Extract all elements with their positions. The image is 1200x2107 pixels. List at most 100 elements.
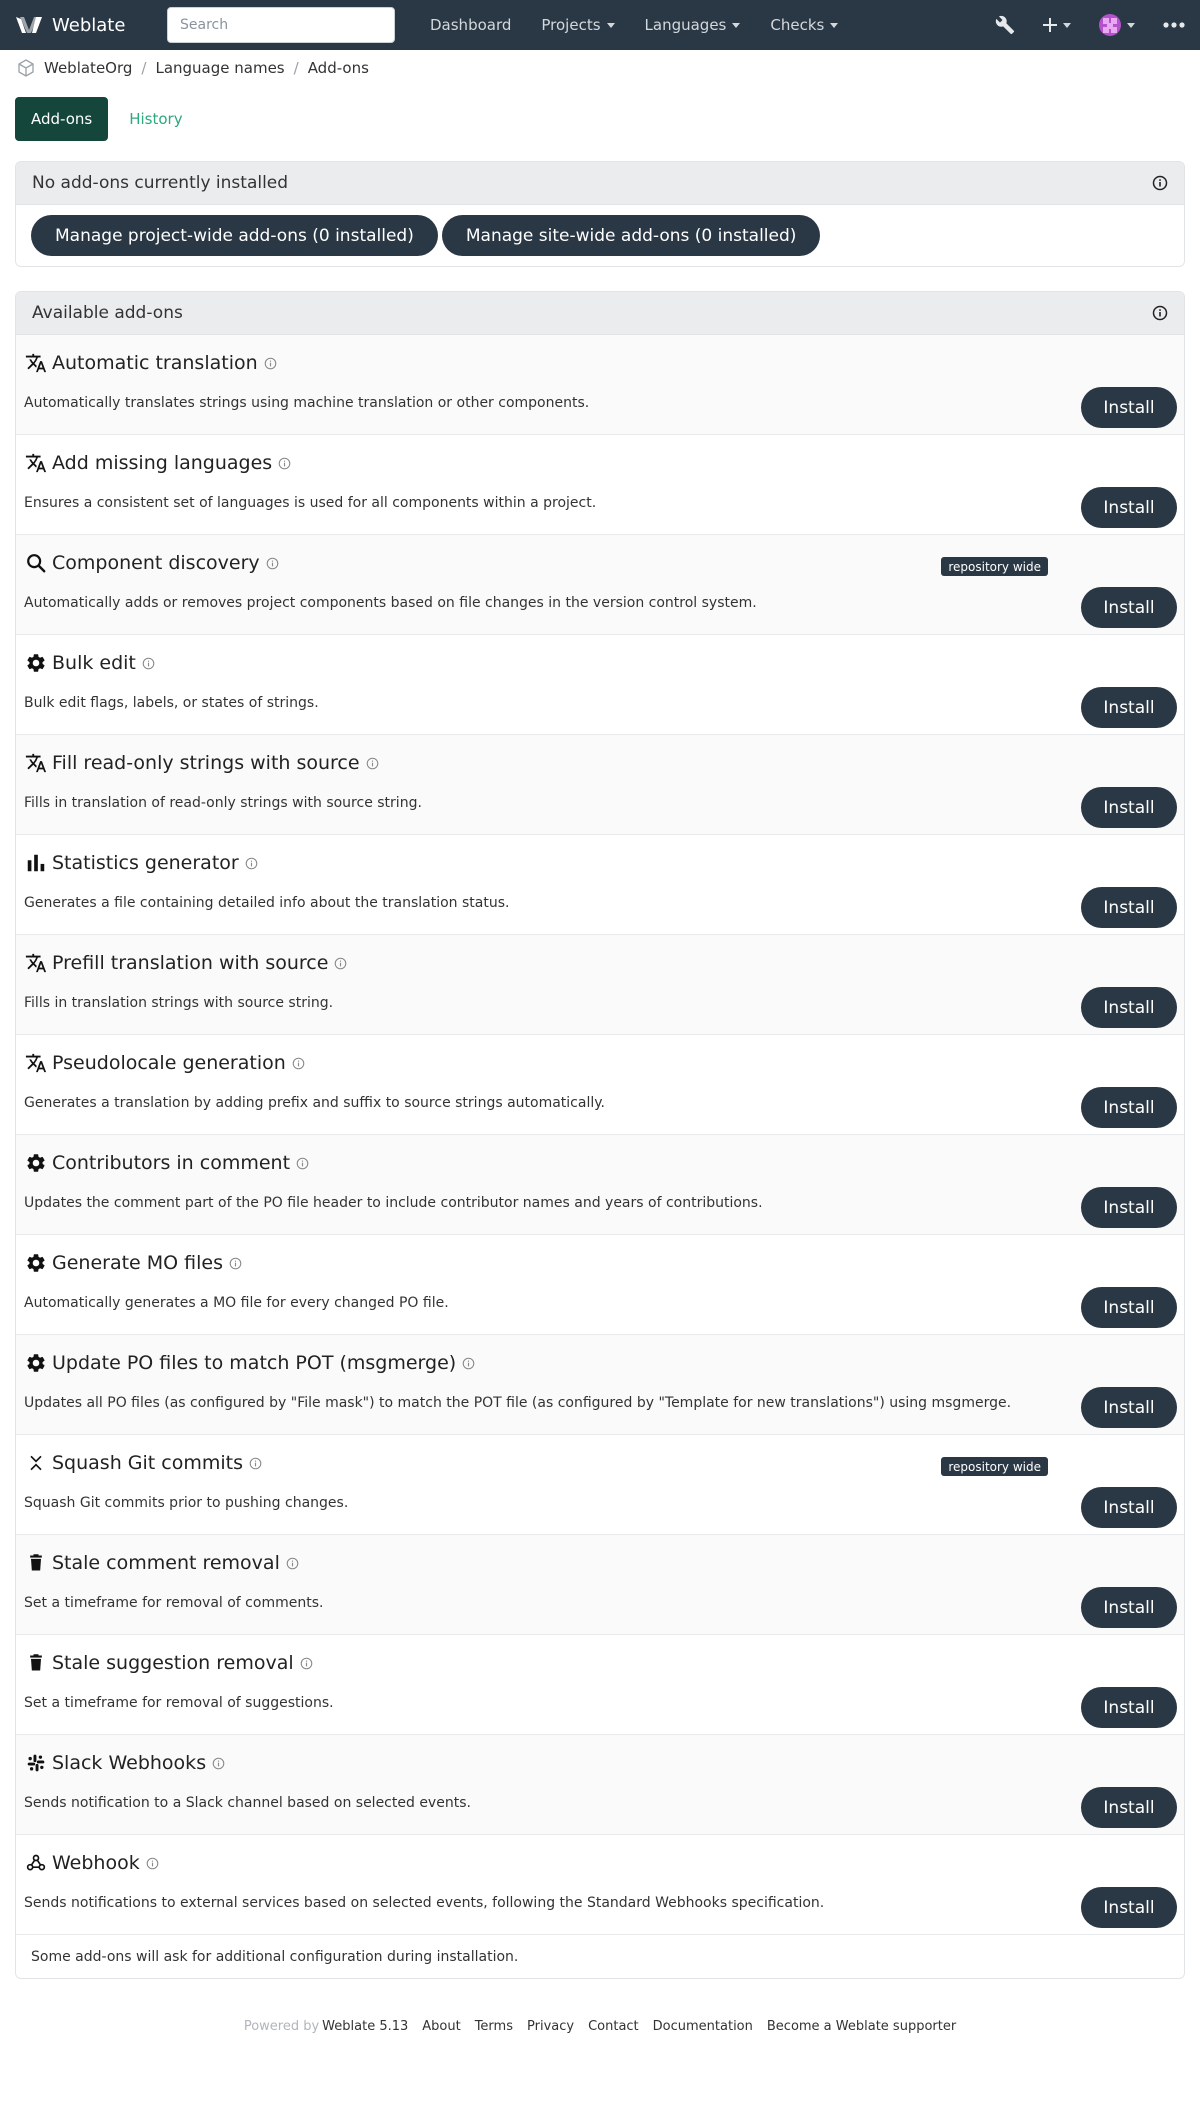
addon-title: Stale comment removal xyxy=(24,1551,299,1575)
install-button[interactable]: Install xyxy=(1081,487,1177,528)
addon-row: Generate MO files Automatically generates… xyxy=(16,1235,1184,1335)
user-menu[interactable] xyxy=(1099,0,1135,50)
search-icon xyxy=(24,551,48,575)
info-icon[interactable] xyxy=(456,1357,475,1370)
info-icon[interactable] xyxy=(136,657,155,670)
install-button[interactable]: Install xyxy=(1081,1687,1177,1728)
info-icon[interactable] xyxy=(290,1157,309,1170)
gear-icon xyxy=(24,1351,48,1375)
translate-icon xyxy=(24,951,48,975)
install-button[interactable]: Install xyxy=(1081,787,1177,828)
info-icon[interactable] xyxy=(1152,305,1168,321)
install-button[interactable]: Install xyxy=(1081,1787,1177,1828)
addon-name: Slack Webhooks xyxy=(52,1752,207,1774)
gear-icon xyxy=(24,1251,48,1275)
install-button[interactable]: Install xyxy=(1081,887,1177,928)
info-icon[interactable] xyxy=(1152,175,1168,191)
addon-description: Automatically translates strings using m… xyxy=(24,395,590,411)
info-icon[interactable] xyxy=(286,1057,305,1070)
info-icon[interactable] xyxy=(260,557,279,570)
install-button[interactable]: Install xyxy=(1081,1287,1177,1328)
addon-title: Fill read-only strings with source xyxy=(24,751,379,775)
footer-link-privacy[interactable]: Privacy xyxy=(527,2019,574,2034)
install-button[interactable]: Install xyxy=(1081,687,1177,728)
info-icon[interactable] xyxy=(328,957,347,970)
info-icon[interactable] xyxy=(360,757,379,770)
info-icon[interactable] xyxy=(280,1557,299,1570)
footer-version-link[interactable]: Weblate 5.13 xyxy=(322,2019,408,2034)
installed-addons-panel: No add-ons currently installed Manage pr… xyxy=(15,161,1185,267)
tab-add-ons[interactable]: Add-ons xyxy=(15,97,109,141)
install-button[interactable]: Install xyxy=(1081,1587,1177,1628)
breadcrumb-org[interactable]: WeblateOrg xyxy=(44,59,132,77)
install-button[interactable]: Install xyxy=(1081,587,1177,628)
nav-dashboard[interactable]: Dashboard xyxy=(415,16,526,34)
install-button[interactable]: Install xyxy=(1081,1887,1177,1928)
nav-projects[interactable]: Projects xyxy=(526,16,629,34)
addon-title: Add missing languages xyxy=(24,451,291,475)
install-button[interactable]: Install xyxy=(1081,1187,1177,1228)
addon-description: Set a timeframe for removal of suggestio… xyxy=(24,1695,334,1711)
tab-history[interactable]: History xyxy=(113,97,198,141)
footer-link-documentation[interactable]: Documentation xyxy=(653,2019,753,2034)
bar-chart-icon xyxy=(24,851,48,875)
info-icon[interactable] xyxy=(239,857,258,870)
addon-description: Squash Git commits prior to pushing chan… xyxy=(24,1495,349,1511)
addon-title: Generate MO files xyxy=(24,1251,242,1275)
addon-description: Generates a translation by adding prefix… xyxy=(24,1095,605,1111)
search-input[interactable] xyxy=(167,7,395,43)
addon-row: Add missing languages Ensures a consisten… xyxy=(16,435,1184,535)
addon-row: Fill read-only strings with source Fills … xyxy=(16,735,1184,835)
install-button[interactable]: Install xyxy=(1081,1387,1177,1428)
brand-name: Weblate xyxy=(52,14,126,36)
breadcrumb-current[interactable]: Add-ons xyxy=(308,59,369,77)
chevron-down-icon xyxy=(606,22,615,28)
repository-wide-badge: repository wide xyxy=(941,557,1048,576)
chevron-down-icon xyxy=(1063,22,1071,28)
breadcrumb-separator: / xyxy=(293,59,299,77)
install-button[interactable]: Install xyxy=(1081,1487,1177,1528)
chevron-down-icon xyxy=(830,22,839,28)
info-icon[interactable] xyxy=(258,357,277,370)
addon-name: Automatic translation xyxy=(52,352,258,374)
addon-title: Component discovery xyxy=(24,551,279,575)
repository-wide-badge: repository wide xyxy=(941,1457,1048,1476)
addon-row: Contributors in comment Updates the comme… xyxy=(16,1135,1184,1235)
manage-site-addons-button[interactable]: Manage site-wide add-ons (0 installed) xyxy=(441,215,821,256)
nav-links: Dashboard Projects Languages Checks xyxy=(415,16,853,34)
breadcrumb-component[interactable]: Language names xyxy=(155,59,284,77)
footer-link-terms[interactable]: Terms xyxy=(475,2019,513,2034)
brand[interactable]: Weblate xyxy=(0,15,152,36)
info-icon[interactable] xyxy=(272,457,291,470)
slack-icon xyxy=(24,1751,48,1775)
addon-title: Contributors in comment xyxy=(24,1151,309,1175)
info-icon[interactable] xyxy=(140,1857,159,1870)
footer-link-contact[interactable]: Contact xyxy=(588,2019,639,2034)
nav-link-label: Projects xyxy=(541,16,601,34)
nav-link-label: Checks xyxy=(770,16,825,34)
top-navbar: Weblate Dashboard Projects Languages Checks xyxy=(0,0,1200,50)
weblate-logo-icon xyxy=(16,17,42,33)
footer-link-about[interactable]: About xyxy=(422,2019,460,2034)
available-panel-header: Available add-ons xyxy=(16,292,1184,335)
addon-description: Updates all PO files (as configured by "… xyxy=(24,1395,1012,1411)
nav-languages[interactable]: Languages xyxy=(630,16,756,34)
addon-name: Contributors in comment xyxy=(52,1152,291,1174)
addon-row: Stale suggestion removal Set a timeframe … xyxy=(16,1635,1184,1735)
footer-link-become-a-weblate-supporter[interactable]: Become a Weblate supporter xyxy=(767,2019,956,2034)
info-icon[interactable] xyxy=(243,1457,262,1470)
manage-project-addons-button[interactable]: Manage project-wide add-ons (0 installed… xyxy=(31,215,438,256)
nav-checks[interactable]: Checks xyxy=(755,16,853,34)
addon-title: Stale suggestion removal xyxy=(24,1651,313,1675)
tabs: Add-ons History xyxy=(15,97,1200,141)
addon-name: Component discovery xyxy=(52,552,260,574)
install-button[interactable]: Install xyxy=(1081,987,1177,1028)
info-icon[interactable] xyxy=(294,1657,313,1670)
more-icon[interactable] xyxy=(1163,0,1185,50)
install-button[interactable]: Install xyxy=(1081,1087,1177,1128)
info-icon[interactable] xyxy=(206,1757,225,1770)
info-icon[interactable] xyxy=(223,1257,242,1270)
install-button[interactable]: Install xyxy=(1081,387,1177,428)
add-menu[interactable] xyxy=(1043,0,1071,50)
wrench-icon[interactable] xyxy=(995,0,1015,50)
